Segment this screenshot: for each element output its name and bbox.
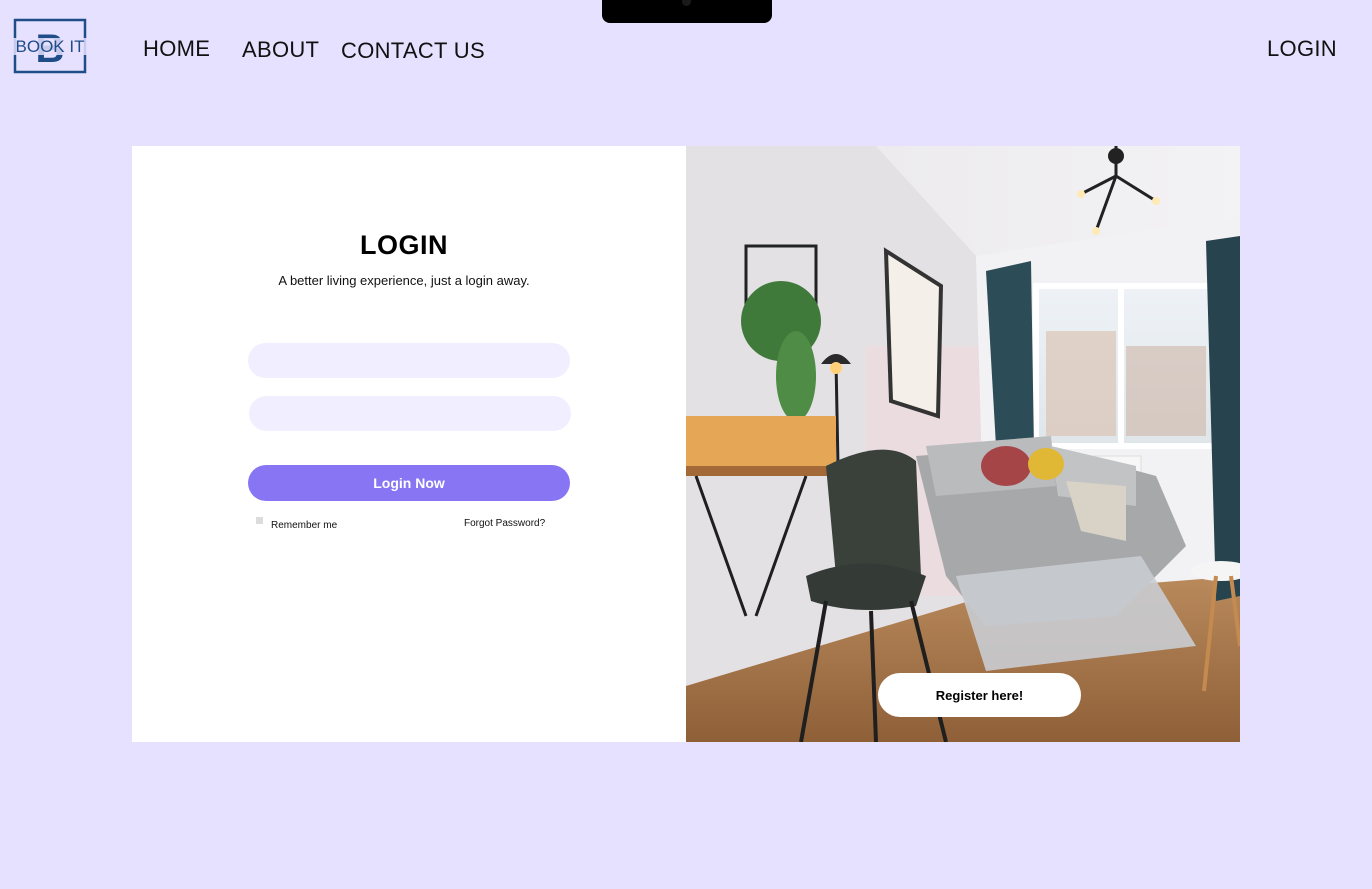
nav-about-link[interactable]: ABOUT: [242, 37, 319, 63]
camera-icon: [682, 0, 691, 6]
remember-me-checkbox[interactable]: [256, 517, 263, 524]
living-room-photo: [686, 146, 1240, 742]
remember-me-label: Remember me: [271, 520, 338, 531]
remember-me-option[interactable]: Remember me: [256, 517, 337, 531]
brand-logo[interactable]: B BOOK IT: [13, 18, 87, 74]
nav-contact-link[interactable]: CONTACT US: [341, 38, 485, 64]
nav-home-link[interactable]: HOME: [143, 36, 210, 62]
login-card: LOGIN A better living experience, just a…: [132, 146, 1240, 742]
device-notch: [602, 0, 772, 23]
svg-text:BOOK IT: BOOK IT: [16, 37, 85, 56]
login-subtitle: A better living experience, just a login…: [278, 273, 530, 288]
logo-icon: B BOOK IT: [13, 18, 87, 74]
login-title: LOGIN: [360, 230, 448, 260]
register-here-button[interactable]: Register here!: [878, 673, 1081, 717]
username-input[interactable]: [248, 343, 570, 378]
login-form-panel: LOGIN A better living experience, just a…: [132, 146, 686, 742]
forgot-password-link[interactable]: Forgot Password?: [464, 518, 545, 529]
login-now-button[interactable]: Login Now: [248, 465, 570, 501]
nav-login-link[interactable]: LOGIN: [1267, 36, 1337, 62]
hero-image-panel: Register here!: [686, 146, 1240, 742]
password-input[interactable]: [249, 396, 571, 431]
